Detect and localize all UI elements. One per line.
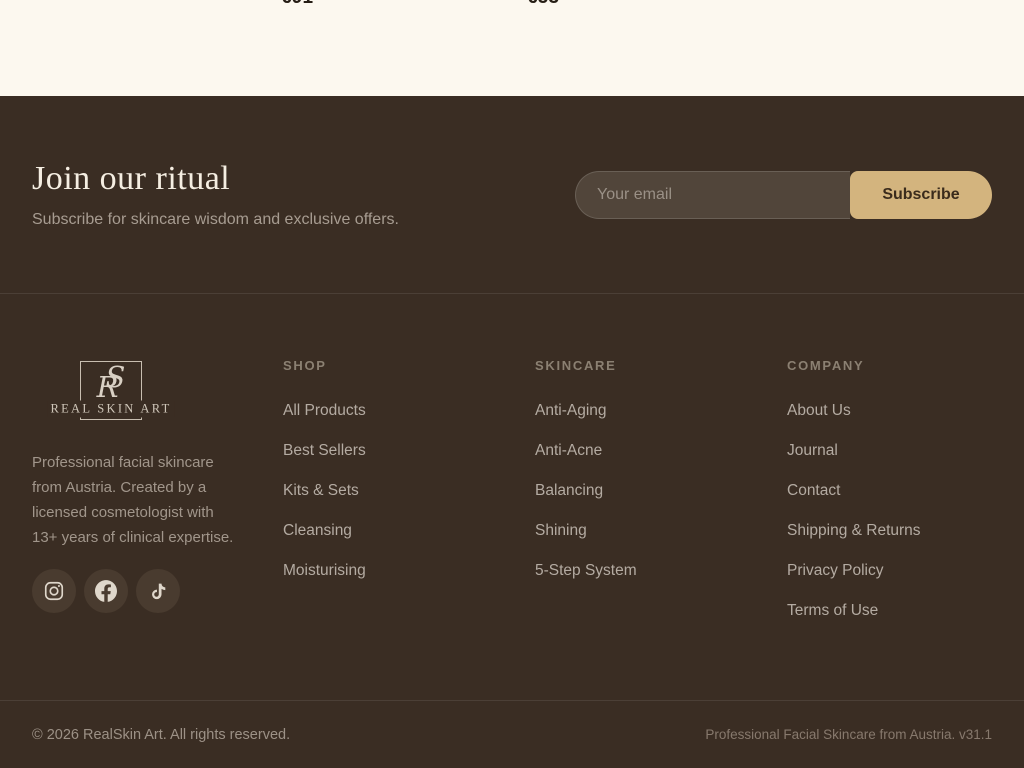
footer-link-all-products[interactable]: All Products	[283, 402, 366, 419]
instagram-icon	[43, 580, 65, 602]
footer-link-anti-acne[interactable]: Anti-Acne	[535, 442, 602, 459]
facebook-link[interactable]	[84, 569, 128, 613]
products-strip-bottom: €91 €53	[0, 0, 1024, 96]
footer-link-cleansing[interactable]: Cleansing	[283, 522, 352, 539]
footer-link-shining[interactable]: Shining	[535, 522, 587, 539]
newsletter-form: Subscribe	[575, 171, 992, 219]
subscribe-button[interactable]: Subscribe	[850, 171, 992, 219]
column-links: Anti-Aging Anti-Acne Balancing Shining 5…	[535, 403, 787, 578]
email-input[interactable]	[575, 171, 850, 219]
footer-column-company: COMPANY About Us Journal Contact Shippin…	[787, 358, 992, 700]
footer-link-anti-aging[interactable]: Anti-Aging	[535, 402, 607, 419]
footer-link-terms-of-use[interactable]: Terms of Use	[787, 602, 878, 619]
product-price: €53	[527, 0, 559, 9]
brand-monogram: RS	[97, 363, 126, 397]
footer-link-moisturising[interactable]: Moisturising	[283, 562, 366, 579]
social-links	[32, 569, 283, 613]
copyright-text: © 2026 RealSkin Art. All rights reserved…	[32, 727, 290, 743]
footer-bottom-bar: © 2026 RealSkin Art. All rights reserved…	[0, 700, 1024, 768]
newsletter-subtitle: Subscribe for skincare wisdom and exclus…	[32, 211, 399, 229]
instagram-link[interactable]	[32, 569, 76, 613]
product-price: €91	[281, 0, 313, 9]
tiktok-icon	[149, 582, 168, 601]
newsletter-section: Join our ritual Subscribe for skincare w…	[0, 96, 1024, 294]
footer-link-about-us[interactable]: About Us	[787, 402, 851, 419]
brand-description: Professional facial skincare from Austri…	[32, 450, 238, 550]
site-footer: Join our ritual Subscribe for skincare w…	[0, 96, 1024, 768]
brand-column: RS REAL SKIN ART Professional facial ski…	[32, 358, 283, 700]
brand-logo: RS REAL SKIN ART	[80, 361, 142, 420]
footer-column-shop: SHOP All Products Best Sellers Kits & Se…	[283, 358, 535, 700]
column-title: COMPANY	[787, 358, 992, 373]
footer-link-journal[interactable]: Journal	[787, 442, 838, 459]
facebook-icon	[95, 580, 117, 602]
newsletter-text: Join our ritual Subscribe for skincare w…	[32, 160, 399, 229]
footer-link-contact[interactable]: Contact	[787, 482, 840, 499]
footer-link-shipping-returns[interactable]: Shipping & Returns	[787, 522, 921, 539]
footer-link-balancing[interactable]: Balancing	[535, 482, 603, 499]
column-links: About Us Journal Contact Shipping & Retu…	[787, 403, 992, 618]
footer-link-5-step-system[interactable]: 5-Step System	[535, 562, 637, 579]
footer-link-best-sellers[interactable]: Best Sellers	[283, 442, 366, 459]
footer-tagline: Professional Facial Skincare from Austri…	[705, 727, 992, 742]
footer-link-privacy-policy[interactable]: Privacy Policy	[787, 562, 883, 579]
column-title: SKINCARE	[535, 358, 787, 373]
footer-link-kits-sets[interactable]: Kits & Sets	[283, 482, 359, 499]
footer-columns: RS REAL SKIN ART Professional facial ski…	[0, 294, 1024, 700]
tiktok-link[interactable]	[136, 569, 180, 613]
footer-column-skincare: SKINCARE Anti-Aging Anti-Acne Balancing …	[535, 358, 787, 700]
brand-wordmark: REAL SKIN ART	[47, 401, 174, 418]
newsletter-title: Join our ritual	[32, 160, 399, 198]
column-links: All Products Best Sellers Kits & Sets Cl…	[283, 403, 535, 578]
column-title: SHOP	[283, 358, 535, 373]
